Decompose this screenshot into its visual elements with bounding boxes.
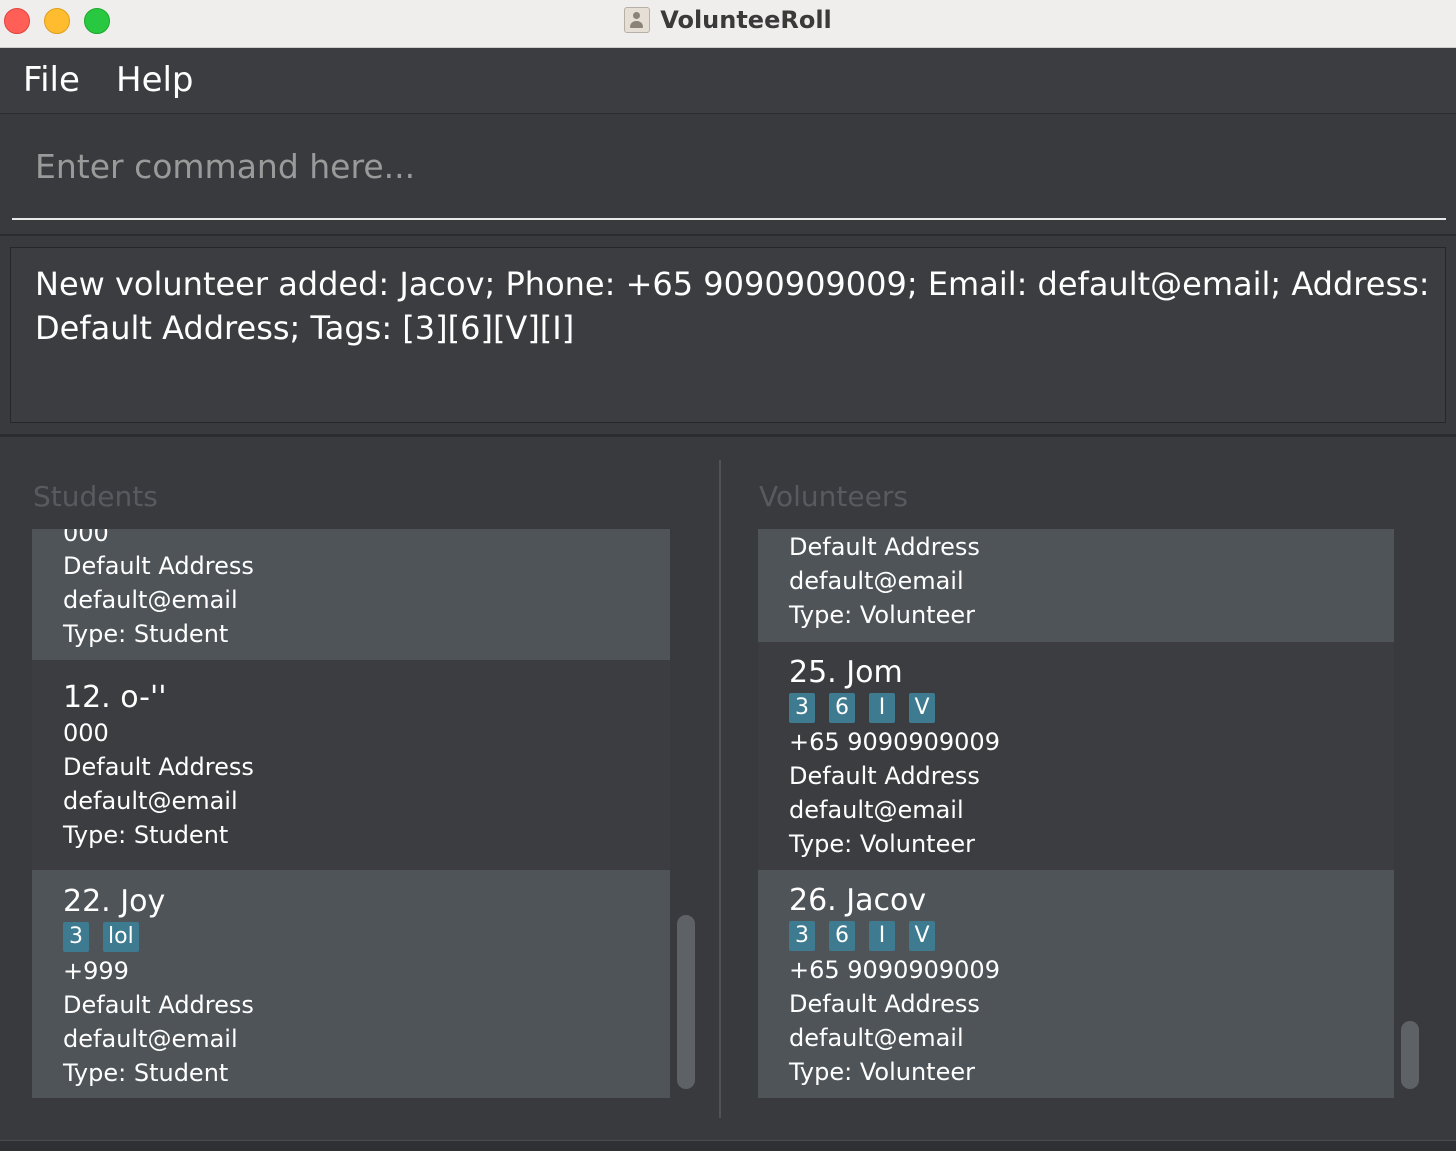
tag: 3 bbox=[63, 922, 89, 952]
separator bbox=[0, 234, 1456, 236]
address: Default Address bbox=[789, 990, 980, 1018]
person-type: Type: Student bbox=[63, 821, 229, 849]
volunteers-list[interactable]: Default Address default@email Type: Volu… bbox=[758, 529, 1394, 1098]
person-name: 26. Jacov bbox=[789, 883, 927, 918]
person-type: Type: Volunteer bbox=[789, 601, 975, 629]
command-input[interactable] bbox=[12, 114, 1446, 220]
address: Default Address bbox=[63, 753, 254, 781]
volunteer-card[interactable]: 25. Jom 3 6 I V +65 9090909009 Default A… bbox=[758, 642, 1394, 870]
phone: +65 9090909009 bbox=[789, 956, 1000, 984]
email: default@email bbox=[789, 796, 964, 824]
menu-bar: File Help bbox=[0, 48, 1456, 114]
email: default@email bbox=[63, 1025, 238, 1053]
address: Default Address bbox=[63, 552, 254, 580]
student-card[interactable]: 22. Joy 3 lol +999 Default Address defau… bbox=[32, 870, 670, 1098]
email: default@email bbox=[789, 1024, 964, 1052]
person-type: Type: Student bbox=[63, 620, 229, 648]
tag: I bbox=[869, 693, 895, 723]
volunteers-panel-title: Volunteers bbox=[759, 480, 908, 513]
tag: I bbox=[869, 921, 895, 951]
students-scrollbar[interactable] bbox=[677, 915, 695, 1089]
tag: 3 bbox=[789, 921, 815, 951]
separator bbox=[0, 434, 1456, 437]
menu-help[interactable]: Help bbox=[116, 60, 194, 100]
panel-divider bbox=[719, 460, 721, 1118]
person-name: 25. Jom bbox=[789, 655, 903, 690]
phone: +999 bbox=[63, 957, 129, 985]
phone: +65 9090909009 bbox=[789, 728, 1000, 756]
student-card[interactable]: 000 Default Address default@email Type: … bbox=[32, 529, 670, 660]
tag-list: 3 lol bbox=[63, 920, 670, 954]
person-name: 12. o-'' bbox=[63, 680, 167, 715]
tag: 6 bbox=[829, 921, 855, 951]
volunteer-card[interactable]: Default Address default@email Type: Volu… bbox=[758, 529, 1394, 642]
result-message: New volunteer added: Jacov; Phone: +65 9… bbox=[35, 265, 1430, 347]
window-title: VolunteeRoll bbox=[660, 6, 832, 34]
address: Default Address bbox=[63, 991, 254, 1019]
person-type: Type: Student bbox=[63, 1059, 229, 1087]
tag: V bbox=[909, 693, 935, 723]
students-panel-title: Students bbox=[33, 480, 158, 513]
menu-file[interactable]: File bbox=[23, 60, 80, 100]
email: default@email bbox=[63, 787, 238, 815]
tag: 3 bbox=[789, 693, 815, 723]
command-box bbox=[0, 114, 1456, 234]
student-card[interactable]: 12. o-'' 000 Default Address default@ema… bbox=[32, 660, 670, 870]
students-list[interactable]: 000 Default Address default@email Type: … bbox=[32, 529, 670, 1098]
phone: 000 bbox=[63, 529, 109, 547]
tag: V bbox=[909, 921, 935, 951]
volunteers-scrollbar[interactable] bbox=[1401, 1021, 1419, 1089]
email: default@email bbox=[63, 586, 238, 614]
tag-list: 3 6 I V bbox=[789, 691, 1394, 725]
address: Default Address bbox=[789, 533, 980, 561]
tag: lol bbox=[103, 922, 139, 952]
person-type: Type: Volunteer bbox=[789, 1058, 975, 1086]
address: Default Address bbox=[789, 762, 980, 790]
status-bar bbox=[0, 1140, 1456, 1151]
tag: 6 bbox=[829, 693, 855, 723]
person-name: 22. Joy bbox=[63, 884, 166, 919]
email: default@email bbox=[789, 567, 964, 595]
tag-list: 3 6 I V bbox=[789, 919, 1394, 953]
volunteer-card[interactable]: 26. Jacov 3 6 I V +65 9090909009 Default… bbox=[758, 870, 1394, 1098]
result-display: New volunteer added: Jacov; Phone: +65 9… bbox=[10, 247, 1446, 423]
title-bar: VolunteeRoll bbox=[0, 0, 1456, 48]
phone: 000 bbox=[63, 719, 109, 747]
app-icon bbox=[624, 7, 651, 33]
person-type: Type: Volunteer bbox=[789, 830, 975, 858]
